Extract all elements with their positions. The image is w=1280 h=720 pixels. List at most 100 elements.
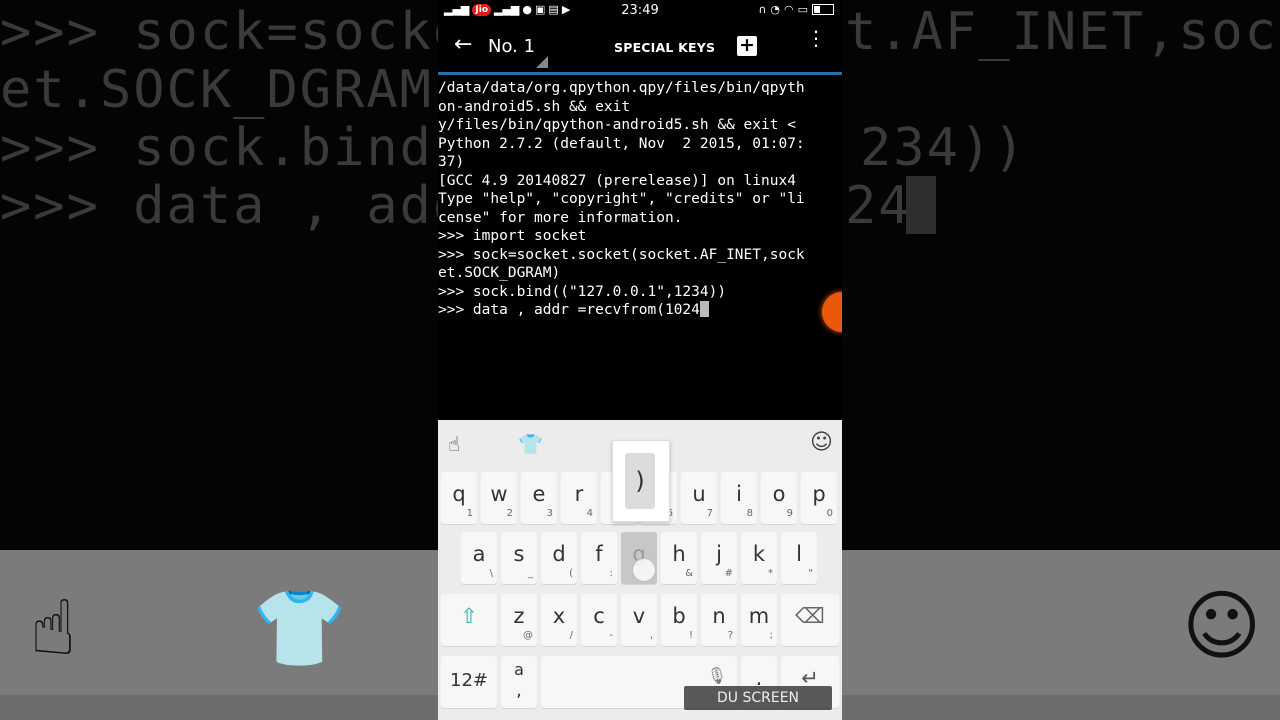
terminal-line: >>> data , addr =recvfrom(1024 <box>438 302 700 318</box>
key-alt-label: ? <box>727 630 733 641</box>
key-o[interactable]: o9 <box>761 472 797 524</box>
key-alt-label: * <box>768 568 773 579</box>
touch-indicator <box>632 558 656 582</box>
key-j[interactable]: j # <box>701 532 737 584</box>
key-l[interactable]: l " <box>781 532 817 584</box>
key-alt-label: / <box>569 630 573 641</box>
terminal-output[interactable]: /data/data/org.qpython.qpy/files/bin/qpy… <box>438 79 842 420</box>
touchpal-logo-icon[interactable]: ☝ <box>448 432 460 456</box>
key-s[interactable]: s _ <box>501 532 537 584</box>
key-label: v <box>632 604 646 628</box>
background-line: >>> data , addr <box>0 176 500 236</box>
key-alt-label: 9 <box>786 508 793 519</box>
recorder-watermark: DU SCREEN RECORDER <box>684 686 832 720</box>
theme-shirt-icon[interactable]: 👕 <box>518 432 543 456</box>
key-h[interactable]: h & <box>661 532 697 584</box>
key-alt-label: \ <box>489 568 493 579</box>
background-line: >>> sock.bind(( <box>0 118 500 178</box>
key-c[interactable]: c- <box>581 594 617 646</box>
backspace-key[interactable]: ⌫ <box>781 594 839 646</box>
text-cursor <box>699 301 709 317</box>
key-alt-label: 2 <box>506 508 513 519</box>
key-a[interactable]: a \ <box>461 532 497 584</box>
key-i[interactable]: i8 <box>721 472 757 524</box>
key-label: j <box>716 542 722 566</box>
key-u[interactable]: u7 <box>681 472 717 524</box>
terminal-line: [GCC 4.9 20140827 (prerelease)] on linux… <box>438 172 796 189</box>
dropdown-corner-icon <box>536 56 548 68</box>
symbols-key[interactable]: 12# <box>441 656 497 708</box>
status-bar: ▂▄▆ Jio ▂▄▆ ● ▣ ▤ ▶ 23:49 ∩ ◔ ◠ ▭ <box>438 0 842 22</box>
key-alt-label: ! <box>688 630 693 641</box>
key-alt-label: # <box>724 568 733 579</box>
key-label: w <box>490 482 508 506</box>
key-alt-label: _ <box>528 568 533 579</box>
key-alt-label: 8 <box>746 508 753 519</box>
key-x[interactable]: x / <box>541 594 577 646</box>
key-r[interactable]: r4 <box>561 472 597 524</box>
key-comma[interactable]: a, <box>501 656 537 708</box>
key-z[interactable]: z @ <box>501 594 537 646</box>
emoji-icon: ☺ <box>1182 581 1262 670</box>
phone-screen: ▂▄▆ Jio ▂▄▆ ● ▣ ▤ ▶ 23:49 ∩ ◔ ◠ ▭ ← No. … <box>438 0 842 720</box>
key-label: p <box>812 482 826 506</box>
background-line: >>> sock=socket <box>0 2 500 62</box>
soft-keyboard: ☝ 👕 ☺ q1 w2 e3 r4 t5 y6 u7 i8 o9 p0 a\ s… <box>438 420 842 720</box>
key-label: r <box>574 482 584 506</box>
shift-arrow-icon: ⇧ <box>460 604 478 628</box>
key-b[interactable]: b! <box>661 594 697 646</box>
terminal-line: >>> sock.bind(("127.0.0.1",1234)) <box>438 283 727 300</box>
key-w[interactable]: w2 <box>481 472 517 524</box>
key-p[interactable]: p0 <box>801 472 837 524</box>
key-label: e <box>532 482 546 506</box>
background-line: t.AF_INET,sock <box>845 2 1280 62</box>
key-n[interactable]: n? <box>701 594 737 646</box>
key-v[interactable]: v, <box>621 594 657 646</box>
terminal-line: y/files/bin/qpython-android5.sh && exit … <box>438 117 796 133</box>
key-alt-label: , <box>649 630 653 641</box>
back-arrow-icon[interactable]: ← <box>454 32 472 57</box>
key-label: x <box>552 604 566 628</box>
key-alt-label: 4 <box>586 508 593 519</box>
terminal-line: et.SOCK_DGRAM) <box>438 265 561 281</box>
appbar-divider <box>438 72 842 75</box>
key-label: h <box>672 542 686 566</box>
terminal-line: >>> import socket <box>438 228 587 244</box>
touchpal-logo-icon: ☝ <box>30 583 77 672</box>
emoji-icon[interactable]: ☺ <box>810 430 833 455</box>
special-keys-button[interactable]: SPECIAL KEYS <box>614 40 715 55</box>
more-menu-icon[interactable]: ⋮ <box>806 28 826 48</box>
key-label: a <box>472 542 486 566</box>
key-label: q <box>452 482 466 506</box>
background-line: et.SOCK_DGRAM) <box>0 60 467 120</box>
session-title[interactable]: No. 1 <box>488 36 535 57</box>
shift-key[interactable]: ⇧ <box>441 594 497 646</box>
key-e[interactable]: e3 <box>521 472 557 524</box>
key-label: z <box>513 604 525 628</box>
key-label: a <box>514 660 524 679</box>
key-q[interactable]: q1 <box>441 472 477 524</box>
backspace-icon: ⌫ <box>795 604 825 628</box>
shirt-icon: 👕 <box>252 583 347 672</box>
key-preview-popup: ) <box>612 440 670 522</box>
terminal-line: 37) <box>438 154 465 170</box>
key-alt-label: - <box>609 630 613 641</box>
key-d[interactable]: d( <box>541 532 577 584</box>
terminal-input-line[interactable]: >>> data , addr =recvfrom(1024 <box>438 301 709 320</box>
background-line: 234)) <box>860 118 1027 178</box>
status-right: ∩ ◔ ◠ ▭ <box>758 3 834 16</box>
key-m[interactable]: m; <box>741 594 777 646</box>
key-k[interactable]: k * <box>741 532 777 584</box>
key-label: l <box>796 542 802 566</box>
key-label: n <box>712 604 726 628</box>
add-session-icon[interactable]: + <box>737 36 757 56</box>
key-label: b <box>672 604 686 628</box>
floating-button[interactable] <box>822 292 842 332</box>
terminal-line: Type "help", "copyright", "credits" or "… <box>438 191 805 207</box>
key-f[interactable]: f: <box>581 532 617 584</box>
key-label: s <box>513 542 525 566</box>
key-alt-label: 3 <box>546 508 553 519</box>
key-alt-label: : <box>609 568 613 579</box>
key-label: 12# <box>450 670 488 691</box>
key-label: m <box>748 604 770 628</box>
